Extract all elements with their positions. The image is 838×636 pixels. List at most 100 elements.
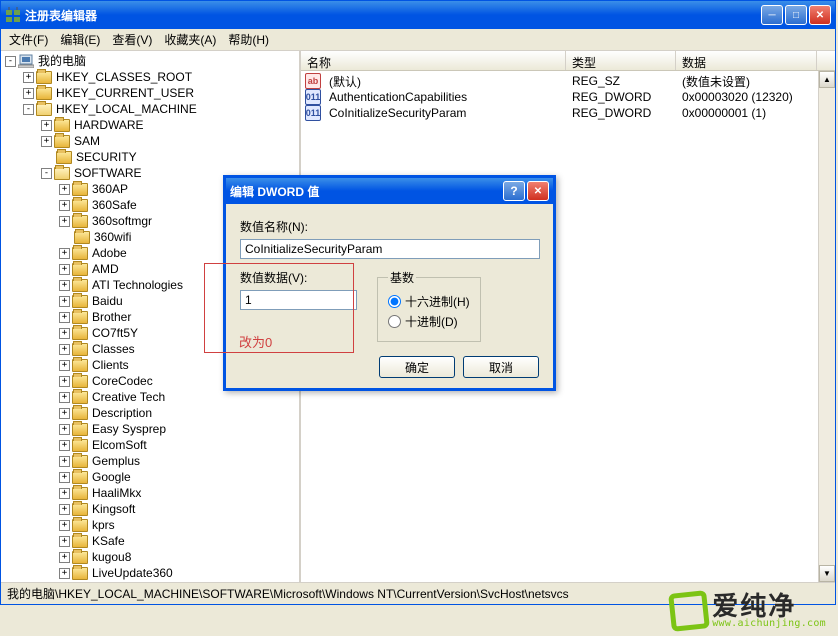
expander-icon[interactable]: +	[59, 360, 70, 371]
tree-item[interactable]: Google	[92, 469, 131, 485]
tree-item[interactable]: Adobe	[92, 245, 127, 261]
expander-icon[interactable]: -	[41, 168, 52, 179]
expander-icon[interactable]: +	[23, 72, 34, 83]
menu-view[interactable]: 查看(V)	[106, 29, 158, 50]
col-header-data[interactable]: 数据	[676, 51, 817, 70]
tree-item[interactable]: HKEY_CLASSES_ROOT	[56, 69, 192, 85]
dialog-title-bar[interactable]: 编辑 DWORD 值 ? ✕	[226, 178, 553, 204]
tree-item[interactable]: Clients	[92, 357, 129, 373]
expander-icon[interactable]: +	[59, 392, 70, 403]
expander-icon[interactable]: +	[41, 136, 52, 147]
cell-name: CoInitializeSecurityParam	[323, 106, 566, 120]
menu-file[interactable]: 文件(F)	[3, 29, 54, 50]
tree-root[interactable]: 我的电脑	[38, 53, 86, 69]
expander-icon[interactable]: +	[59, 504, 70, 515]
tree-item[interactable]: KSafe	[92, 533, 125, 549]
radio-hex-input[interactable]	[388, 295, 401, 308]
ok-button[interactable]: 确定	[379, 356, 455, 378]
expander-icon[interactable]: +	[59, 440, 70, 451]
expander-icon[interactable]: +	[59, 280, 70, 291]
radio-dec[interactable]: 十进制(D)	[388, 313, 470, 330]
expander-icon[interactable]: +	[59, 312, 70, 323]
list-row[interactable]: 011AuthenticationCapabilitiesREG_DWORD0x…	[301, 89, 835, 105]
vertical-scrollbar[interactable]: ▲ ▼	[818, 71, 835, 582]
tree-item[interactable]: kprs	[92, 517, 115, 533]
tree-item[interactable]: LiveUpdate360	[92, 565, 173, 581]
help-button[interactable]: ?	[503, 181, 525, 201]
minimize-button[interactable]: ─	[761, 5, 783, 25]
tree-item[interactable]: 360AP	[92, 181, 128, 197]
close-button[interactable]: ✕	[809, 5, 831, 25]
menu-bar: 文件(F) 编辑(E) 查看(V) 收藏夹(A) 帮助(H)	[1, 29, 835, 51]
expander-icon[interactable]: +	[59, 568, 70, 579]
main-title-bar[interactable]: 注册表编辑器 ─ □ ✕	[1, 1, 835, 29]
tree-item[interactable]: Classes	[92, 341, 135, 357]
radio-dec-input[interactable]	[388, 315, 401, 328]
tree-item[interactable]: 360wifi	[94, 229, 131, 245]
expander-icon[interactable]: +	[59, 264, 70, 275]
expander-icon[interactable]: +	[59, 408, 70, 419]
menu-edit[interactable]: 编辑(E)	[54, 29, 106, 50]
expander-icon[interactable]: +	[59, 536, 70, 547]
value-data-input[interactable]	[240, 290, 357, 310]
list-row[interactable]: 011CoInitializeSecurityParamREG_DWORD0x0…	[301, 105, 835, 121]
tree-item[interactable]: ElcomSoft	[92, 437, 147, 453]
dialog-close-button[interactable]: ✕	[527, 181, 549, 201]
expander-icon[interactable]: -	[23, 104, 34, 115]
expander-icon[interactable]: +	[59, 216, 70, 227]
tree-item[interactable]: HARDWARE	[74, 117, 144, 133]
expander-icon[interactable]: +	[59, 328, 70, 339]
status-path: 我的电脑\HKEY_LOCAL_MACHINE\SOFTWARE\Microso…	[7, 585, 569, 602]
col-header-name[interactable]: 名称	[301, 51, 566, 70]
expander-icon[interactable]: +	[59, 424, 70, 435]
expander-icon[interactable]: +	[59, 184, 70, 195]
tree-item[interactable]: ATI Technologies	[92, 277, 183, 293]
expander-icon[interactable]: +	[59, 552, 70, 563]
expander-icon[interactable]: +	[41, 120, 52, 131]
expander-icon[interactable]: +	[59, 296, 70, 307]
expander-icon[interactable]: +	[59, 520, 70, 531]
tree-item[interactable]: HKEY_CURRENT_USER	[56, 85, 194, 101]
tree-item[interactable]: 360Safe	[92, 197, 137, 213]
tree-item[interactable]: Baidu	[92, 293, 123, 309]
expander-icon[interactable]: +	[59, 488, 70, 499]
expander-icon[interactable]: +	[59, 472, 70, 483]
tree-item[interactable]: Description	[92, 405, 152, 421]
tree-item[interactable]: HKEY_LOCAL_MACHINE	[56, 101, 197, 117]
tree-item[interactable]: Kingsoft	[92, 501, 135, 517]
expander-icon[interactable]: +	[59, 376, 70, 387]
tree-item[interactable]: CoreCodec	[92, 373, 153, 389]
expander-icon[interactable]: +	[59, 344, 70, 355]
tree-item[interactable]: Creative Tech	[92, 389, 165, 405]
expander-icon[interactable]: -	[5, 56, 16, 67]
computer-icon	[18, 54, 34, 68]
scroll-down-icon[interactable]: ▼	[819, 565, 835, 582]
tree-item[interactable]: AMD	[92, 261, 119, 277]
radio-hex[interactable]: 十六进制(H)	[388, 293, 470, 310]
menu-favorites[interactable]: 收藏夹(A)	[158, 29, 222, 50]
tree-item[interactable]: Easy Sysprep	[92, 421, 166, 437]
tree-item[interactable]: 360softmgr	[92, 213, 152, 229]
expander-icon[interactable]: +	[23, 88, 34, 99]
folder-icon	[72, 311, 88, 324]
expander-icon[interactable]: +	[59, 200, 70, 211]
cancel-button[interactable]: 取消	[463, 356, 539, 378]
tree-item[interactable]: SOFTWARE	[74, 165, 142, 181]
col-header-type[interactable]: 类型	[566, 51, 676, 70]
tree-item[interactable]: SECURITY	[76, 149, 137, 165]
tree-item[interactable]: Gemplus	[92, 453, 140, 469]
expander-icon[interactable]: +	[59, 456, 70, 467]
value-name-input[interactable]	[240, 239, 540, 259]
maximize-button[interactable]: □	[785, 5, 807, 25]
tree-item[interactable]: CO7ft5Y	[92, 325, 138, 341]
cell-name: (默认)	[323, 73, 566, 90]
expander-icon[interactable]: +	[59, 248, 70, 259]
scroll-up-icon[interactable]: ▲	[819, 71, 835, 88]
tree-item[interactable]: Brother	[92, 309, 131, 325]
menu-help[interactable]: 帮助(H)	[222, 29, 275, 50]
tree-item[interactable]: SAM	[74, 133, 100, 149]
tree-item[interactable]: HaaliMkx	[92, 485, 141, 501]
base-fieldset: 基数 十六进制(H) 十进制(D)	[377, 269, 481, 342]
list-row[interactable]: ab(默认)REG_SZ(数值未设置)	[301, 73, 835, 89]
tree-item[interactable]: kugou8	[92, 549, 131, 565]
